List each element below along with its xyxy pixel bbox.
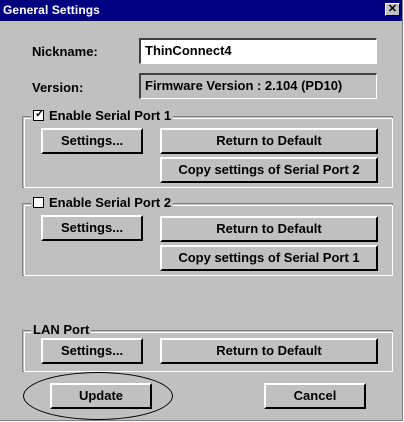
version-label: Version: [32, 80, 84, 95]
lan-port-legend: LAN Port [31, 322, 92, 337]
close-icon[interactable]: ✕ [385, 3, 400, 16]
version-field: Firmware Version : 2.104 (PD10) [139, 73, 377, 99]
lan-return-default-button[interactable]: Return to Default [160, 338, 378, 364]
serial-2-settings-button[interactable]: Settings... [41, 215, 143, 241]
nickname-input[interactable]: ThinConnect4 [139, 38, 377, 64]
serial-1-return-default-button[interactable]: Return to Default [160, 128, 378, 154]
checkbox-icon[interactable] [33, 197, 44, 208]
serial-port-2-legend[interactable]: Enable Serial Port 2 [31, 195, 174, 210]
lan-port-label: LAN Port [33, 322, 90, 337]
title-bar: General Settings ✕ [0, 0, 402, 21]
serial-1-settings-button[interactable]: Settings... [41, 128, 143, 154]
cancel-button[interactable]: Cancel [264, 383, 366, 409]
window-title: General Settings [3, 3, 100, 17]
nickname-label: Nickname: [32, 44, 98, 59]
lan-settings-button[interactable]: Settings... [41, 338, 143, 364]
serial-2-return-default-button[interactable]: Return to Default [160, 216, 378, 242]
serial-port-1-label: Enable Serial Port 1 [49, 108, 172, 123]
serial-port-1-legend[interactable]: ✓ Enable Serial Port 1 [31, 108, 174, 123]
checkbox-icon[interactable]: ✓ [33, 108, 45, 121]
checkmark-icon: ✓ [35, 108, 45, 120]
highlight-ellipse [23, 372, 173, 420]
serial-port-2-label: Enable Serial Port 2 [49, 195, 172, 210]
serial-2-copy-button[interactable]: Copy settings of Serial Port 1 [160, 245, 378, 271]
serial-1-copy-button[interactable]: Copy settings of Serial Port 2 [160, 157, 378, 183]
general-settings-dialog: General Settings ✕ Nickname: ThinConnect… [0, 0, 403, 421]
